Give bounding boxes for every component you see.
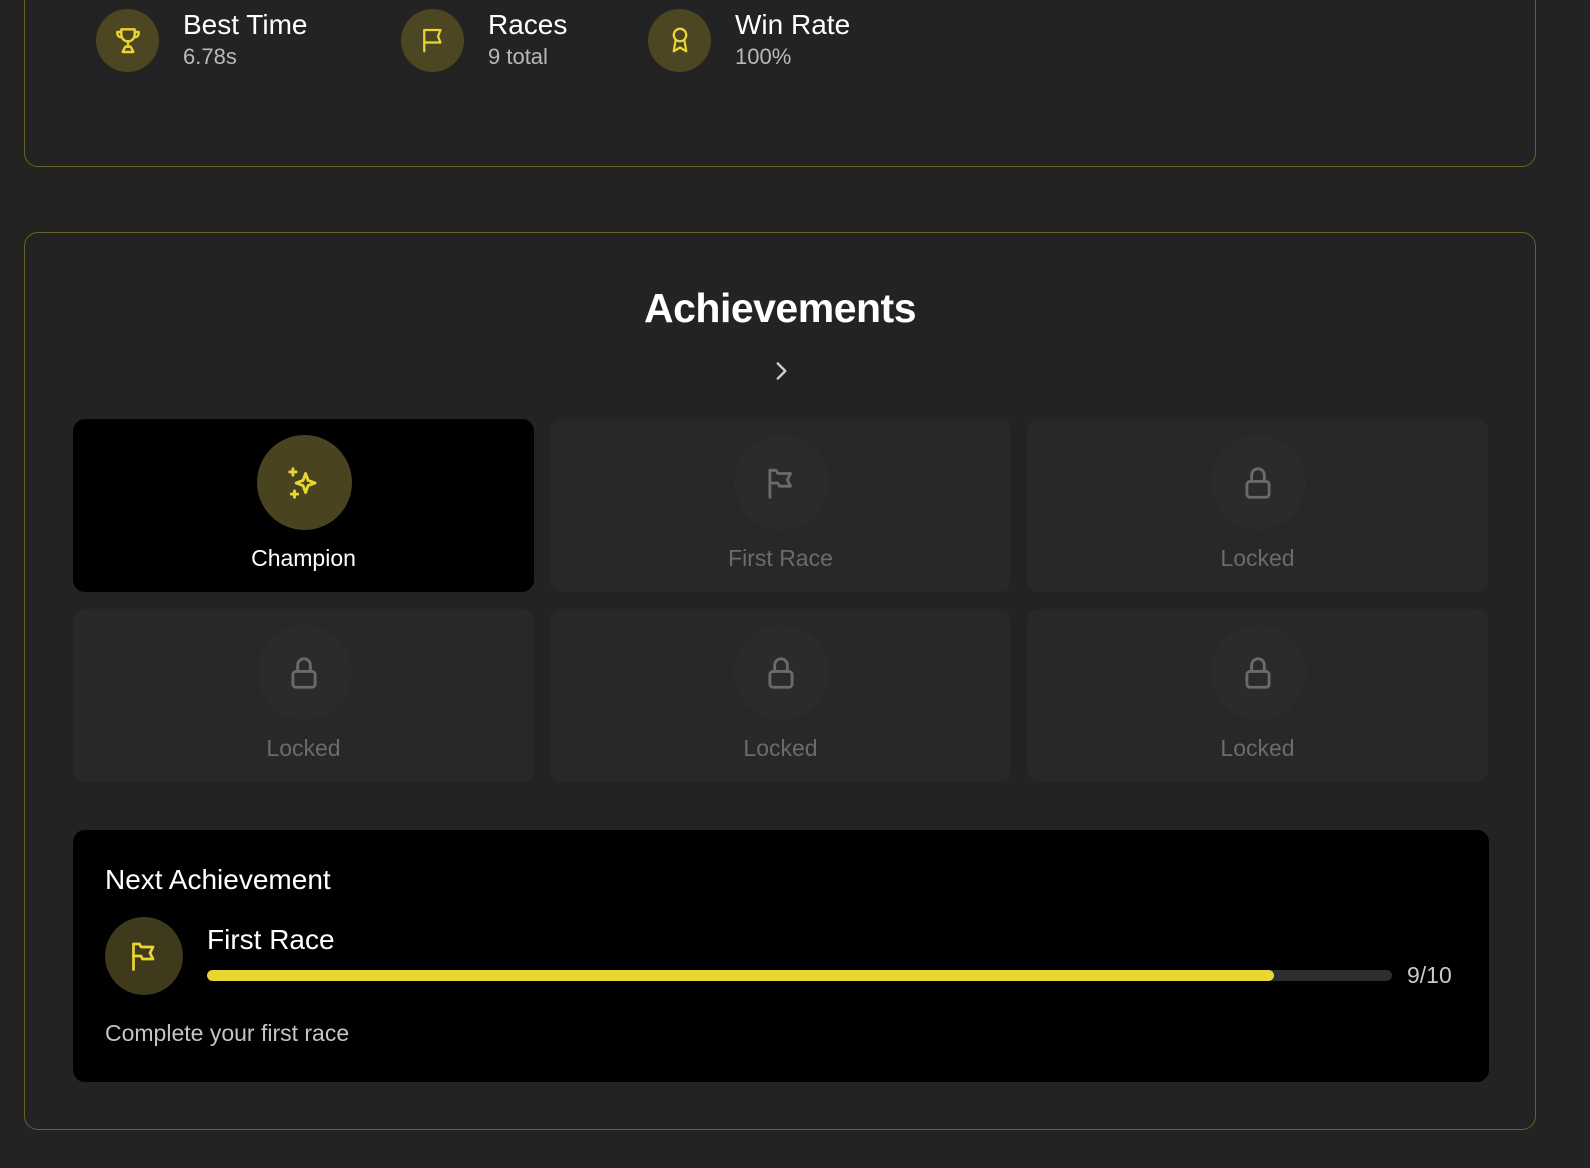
stat-best-time: Best Time 6.78s <box>96 8 307 72</box>
achievement-tile-locked[interactable]: Locked <box>1027 419 1488 592</box>
sparkles-icon <box>256 435 352 530</box>
stat-value: 6.78s <box>183 44 237 69</box>
achievement-label: Locked <box>743 735 818 761</box>
achievement-tile-champion[interactable]: Champion <box>73 419 534 592</box>
progress-count: 9/10 <box>1407 962 1452 988</box>
next-achievement-name: First Race <box>207 924 335 955</box>
lock-icon <box>256 625 352 720</box>
stat-title: Races <box>488 9 568 40</box>
stat-races: Races 9 total <box>401 8 567 72</box>
achievement-tile-locked[interactable]: Locked <box>1027 609 1488 782</box>
stat-title: Win Rate <box>735 9 851 40</box>
flag-icon <box>733 435 829 530</box>
next-achievement-description: Complete your first race <box>105 1020 350 1046</box>
award-icon <box>648 8 711 72</box>
achievement-tile-first-race[interactable]: First Race <box>550 419 1011 592</box>
achievements-title: Achievements <box>643 285 917 331</box>
chevron-right-icon[interactable] <box>763 353 799 389</box>
stat-title: Best Time <box>183 9 308 40</box>
flag-icon <box>105 917 183 995</box>
lock-icon <box>1210 625 1306 720</box>
trophy-icon <box>96 8 159 72</box>
progress-fill <box>207 970 1274 981</box>
progress-bar <box>207 970 1392 981</box>
stat-value: 100% <box>735 44 792 69</box>
stat-win-rate: Win Rate 100% <box>648 8 850 72</box>
achievement-tile-locked[interactable]: Locked <box>550 609 1011 782</box>
lock-icon <box>733 625 829 720</box>
achievement-tile-locked[interactable]: Locked <box>73 609 534 782</box>
achievement-label: Locked <box>1220 545 1295 571</box>
achievement-label: Champion <box>251 545 356 571</box>
next-achievement-panel: Next Achievement First Race 9/10 Complet… <box>73 830 1489 1082</box>
flag-icon <box>401 8 464 72</box>
stats-card: Best Time 6.78s Races 9 total Win Rate 1… <box>24 0 1536 167</box>
stat-value: 9 total <box>488 44 548 69</box>
achievement-label: Locked <box>266 735 341 761</box>
next-achievement-heading: Next Achievement <box>105 864 331 895</box>
achievement-label: Locked <box>1220 735 1295 761</box>
achievements-card: Achievements Champion First Race Locked … <box>24 232 1536 1130</box>
lock-icon <box>1210 435 1306 530</box>
achievement-label: First Race <box>728 545 833 571</box>
